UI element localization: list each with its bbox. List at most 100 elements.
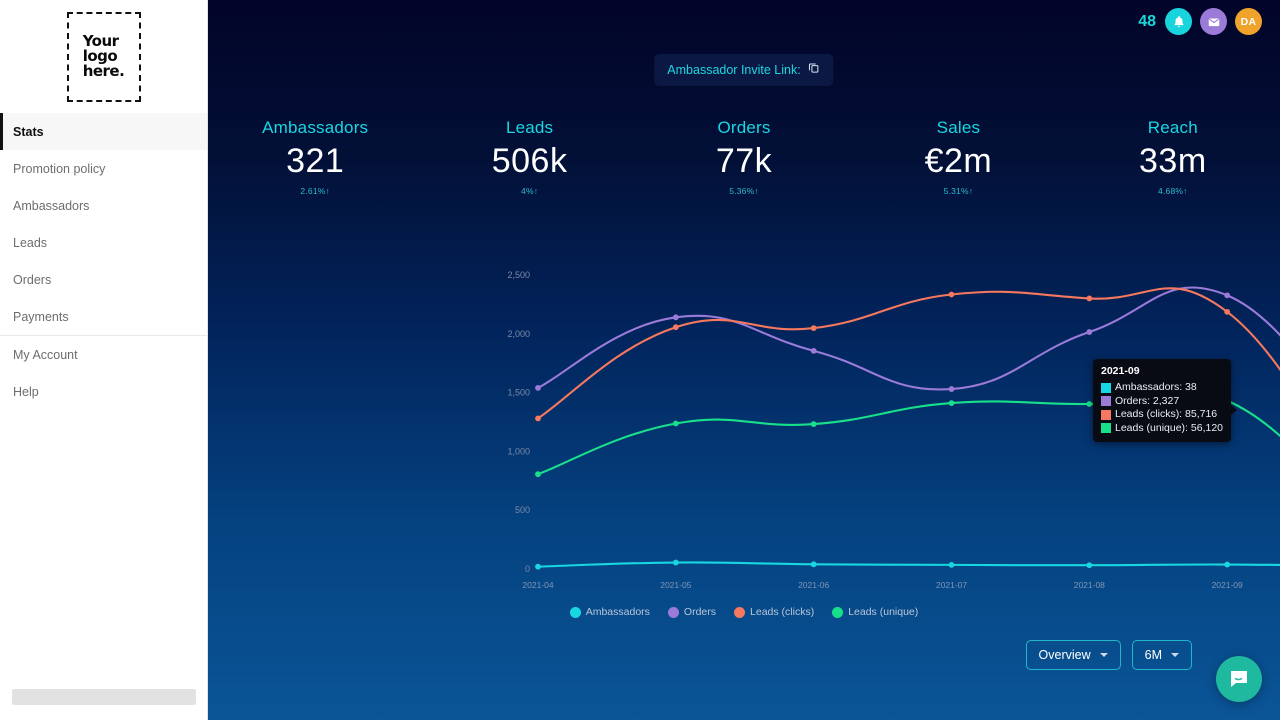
kpi-value: 33m <box>1139 142 1207 180</box>
sidebar-nav: Stats Promotion policy Ambassadors Leads Ord… <box>0 113 207 410</box>
kpi-delta: 4.68%↑ <box>1158 186 1188 196</box>
chat-bubble-glyph <box>1231 671 1247 687</box>
tooltip-color-swatch <box>1101 409 1111 420</box>
legend-color-dot <box>569 606 581 618</box>
series-point[interactable] <box>948 561 955 568</box>
sidebar-item-label: Orders <box>13 272 52 287</box>
series-point[interactable] <box>1086 401 1093 407</box>
kpi-delta: 5.31%↑ <box>943 186 974 196</box>
logo-placeholder-box: Your logo here. <box>66 11 141 102</box>
series-point[interactable] <box>948 386 955 392</box>
chart-legend: Ambassadors Orders Leads (clicks) Leads (un… <box>208 606 1280 618</box>
range-select-label: 6M <box>1144 648 1162 662</box>
left-axis-tick-label: 2,500 <box>507 270 530 280</box>
tooltip-row-text: Ambassadors: 38 <box>1115 381 1197 393</box>
kpi-value: 321 <box>286 142 345 180</box>
sidebar-item-label: Help <box>13 384 39 399</box>
series-point[interactable] <box>672 324 679 331</box>
x-axis-tick-label: 2021-06 <box>798 580 829 590</box>
header-icon-group: 48 DA <box>1138 8 1262 35</box>
sidebar-item-my-account[interactable]: My Account <box>0 336 207 373</box>
kpi-label: Leads <box>505 118 554 137</box>
series-point[interactable] <box>672 420 679 427</box>
envelope-icon[interactable] <box>1200 8 1227 35</box>
x-axis-tick-label: 2021-09 <box>1212 580 1243 590</box>
sidebar-item-ambassadors[interactable]: Ambassadors <box>0 187 207 224</box>
sidebar-item-label: Leads <box>13 235 48 250</box>
logo-text: Your logo here. <box>82 32 125 80</box>
avatar[interactable]: DA <box>1235 8 1262 35</box>
view-select[interactable]: Overview <box>1025 640 1121 670</box>
series-point[interactable] <box>535 415 541 422</box>
x-axis-ticks: 2021-04 2021-05 2021-06 2021-07 2021-08 2021-… <box>522 580 1243 590</box>
x-axis-tick-label: 2021-07 <box>936 580 967 590</box>
x-axis-tick-label: 2021-04 <box>522 580 553 590</box>
chart-controls: Overview 6M <box>1025 640 1192 670</box>
series-point[interactable] <box>1224 561 1231 568</box>
series-point[interactable] <box>535 563 541 570</box>
sidebar-item-label: Ambassadors <box>13 198 90 213</box>
sidebar-item-help[interactable]: Help <box>0 373 207 410</box>
bell-icon[interactable] <box>1165 8 1192 35</box>
series-point[interactable] <box>535 384 541 391</box>
legend-color-dot <box>734 606 746 618</box>
left-axis-tick-label: 0 <box>525 564 530 574</box>
kpi-card-orders: Orders 77k 5.36%↑ <box>637 118 851 196</box>
legend-item-ambassadors[interactable]: Ambassadors <box>569 606 650 618</box>
sidebar-item-leads[interactable]: Leads <box>0 224 207 261</box>
kpi-delta: 2.61%↑ <box>300 186 330 196</box>
series-point[interactable] <box>1086 329 1093 335</box>
sidebar: Your logo here. Stats Promotion policy Amb… <box>0 0 208 720</box>
series-point[interactable] <box>948 291 955 298</box>
range-select[interactable]: 6M <box>1131 640 1192 670</box>
series-point[interactable] <box>810 325 817 331</box>
left-axis-tick-label: 500 <box>515 505 530 515</box>
tooltip-title: 2021-09 <box>1101 365 1140 377</box>
ambassador-invite-link-button[interactable]: Ambassador Invite Link: <box>654 54 834 86</box>
tooltip-rows: Ambassadors: 38 Orders: 2,327 Leads (click… <box>1101 381 1223 435</box>
chevron-down-icon <box>1099 653 1108 657</box>
legend-item-orders[interactable]: Orders <box>667 606 716 618</box>
series-point[interactable] <box>535 471 541 478</box>
left-axis-ticks: 0 500 1,000 1,500 2,000 2,500 <box>507 270 530 574</box>
sidebar-item-label: Promotion policy <box>13 161 106 176</box>
kpi-value: 506k <box>491 142 568 180</box>
sidebar-item-promotion-policy[interactable]: Promotion policy <box>0 150 207 187</box>
series-point[interactable] <box>1224 308 1231 315</box>
series-point[interactable] <box>1224 292 1231 299</box>
series-point[interactable] <box>948 400 955 406</box>
kpi-label: Ambassadors <box>262 118 369 137</box>
kpi-card-leads: Leads 506k 4%↑ <box>422 118 636 196</box>
kpi-value: 77k <box>715 142 773 180</box>
series-point[interactable] <box>810 561 817 568</box>
series-point[interactable] <box>1086 295 1093 302</box>
tooltip-row-text: Orders: 2,327 <box>1115 394 1180 407</box>
kpi-delta: 4%↑ <box>521 186 539 196</box>
invite-link-label: Ambassador Invite Link: <box>667 63 801 77</box>
sidebar-item-orders[interactable]: Orders <box>0 261 207 298</box>
view-select-label: Overview <box>1038 648 1091 662</box>
sidebar-item-payments[interactable]: Payments <box>0 298 207 335</box>
series-point[interactable] <box>810 347 817 354</box>
legend-item-leads-unique[interactable]: Leads (unique) <box>832 606 918 618</box>
legend-item-leads-clicks[interactable]: Leads (clicks) <box>734 606 814 618</box>
chevron-down-icon <box>1171 653 1179 657</box>
notification-count: 48 <box>1138 12 1156 30</box>
tooltip-row: Ambassadors: 38 <box>1101 381 1223 395</box>
kpi-value: €2m <box>924 142 993 180</box>
kpi-label: Reach <box>1147 118 1198 137</box>
logo: Your logo here. <box>0 0 207 113</box>
left-axis-tick-label: 1,000 <box>507 446 530 456</box>
sidebar-item-stats[interactable]: Stats <box>0 113 207 150</box>
chat-bubble-icon[interactable] <box>1216 656 1262 702</box>
legend-color-dot <box>832 606 844 618</box>
copy-icon[interactable] <box>808 61 821 79</box>
x-axis-tick-label: 2021-08 <box>1074 580 1105 590</box>
series-point[interactable] <box>1086 562 1093 569</box>
series-point[interactable] <box>810 421 817 427</box>
tooltip-row: Leads (unique): 56,120 <box>1101 422 1223 436</box>
series-point[interactable] <box>672 559 679 566</box>
sidebar-item-label: Payments <box>13 309 69 324</box>
series-point[interactable] <box>672 314 679 321</box>
kpi-card-sales: Sales €2m 5.31%↑ <box>851 118 1065 196</box>
